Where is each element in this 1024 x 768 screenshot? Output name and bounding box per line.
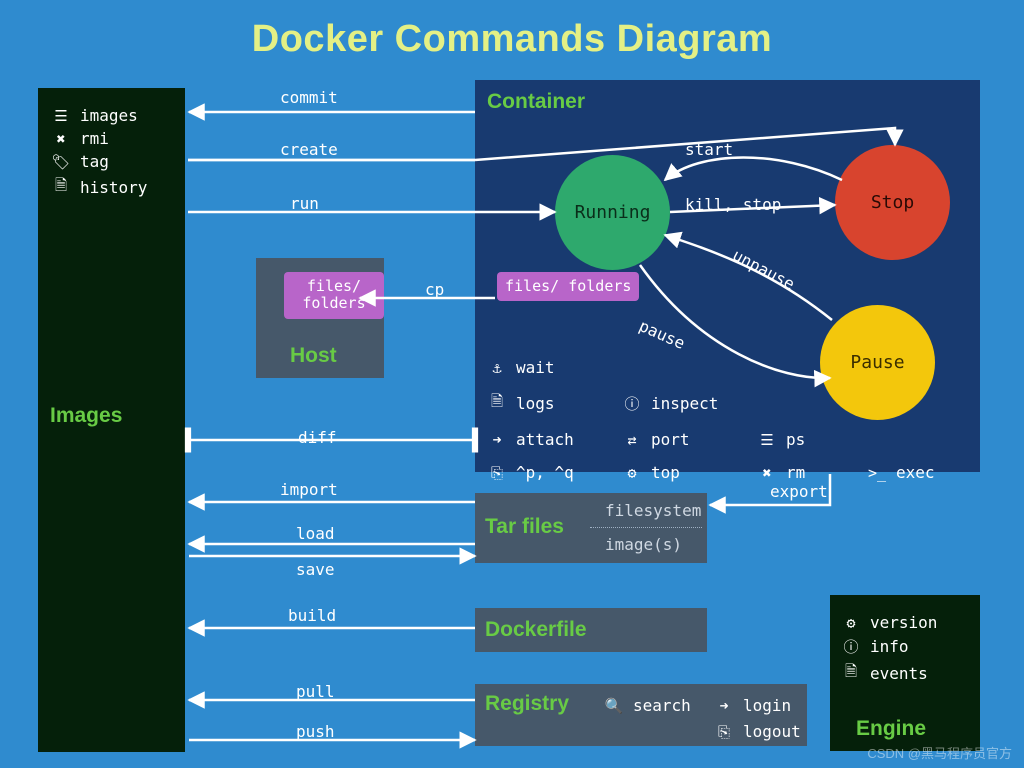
host-panel: files/ folders Host [256, 258, 384, 378]
edge-commit: commit [280, 88, 338, 107]
edge-cp: cp [425, 280, 444, 299]
host-title: Host [290, 344, 337, 368]
list-icon: ☰ [758, 431, 776, 449]
cmd-info: ⓘinfo [842, 636, 968, 657]
tag-icon: 🏷 [52, 153, 70, 171]
container-title: Container [487, 90, 585, 114]
registry-panel: Registry 🔍search ➜login ⎘logout [475, 684, 807, 746]
cmd-rm: ✖rm [758, 463, 868, 482]
edge-run: run [290, 194, 319, 213]
cmd-inspect: ⓘinspect [623, 391, 758, 416]
cmd-port: ⇄port [623, 430, 758, 449]
tarfiles-panel: Tar files filesystem image(s) [475, 493, 707, 563]
doc-icon: 🗎 [842, 661, 860, 686]
images-panel: ☰images ✖rmi 🏷tag 🗎history Images [38, 88, 185, 752]
edge-save: save [296, 560, 335, 579]
x-icon: ✖ [758, 464, 776, 482]
cmd-ps: ☰ps [758, 430, 868, 449]
watermark: CSDN @黑马程序员官方 [867, 743, 1012, 762]
images-title: Images [50, 404, 122, 428]
edge-load: load [296, 524, 335, 543]
swap-icon: ⇄ [623, 431, 641, 449]
edge-diff: diff [298, 428, 337, 447]
edge-export: export [770, 482, 828, 501]
page-title: Docker Commands Diagram [0, 18, 1024, 61]
info-icon: ⓘ [842, 636, 860, 657]
tar-img-label: image(s) [605, 535, 682, 554]
container-cmd-grid: ⚓wait 🗎logs ⓘinspect ➜attach ⇄port ☰ps ⎘… [488, 354, 963, 486]
engine-title: Engine [856, 717, 926, 741]
edge-push: push [296, 722, 335, 741]
cmd-history: 🗎history [52, 175, 147, 200]
enter-icon: ➜ [488, 431, 506, 449]
tarfiles-title: Tar files [485, 515, 564, 539]
edge-build: build [288, 606, 336, 625]
cmd-logout: ⎘logout [715, 722, 801, 741]
cmd-search: 🔍search [605, 696, 691, 715]
host-files: files/ folders [284, 272, 384, 319]
state-stop: Stop [835, 145, 950, 260]
doc-icon: 🗎 [52, 175, 70, 200]
exit-icon: ⎘ [488, 464, 506, 482]
cmd-detach: ⎘^p, ^q [488, 463, 623, 482]
edge-import: import [280, 480, 338, 499]
dockerfile-title: Dockerfile [485, 618, 587, 642]
state-running: Running [555, 155, 670, 270]
edge-start: start [685, 140, 733, 159]
cmd-version: ⚙version [842, 613, 968, 632]
cmd-logs: 🗎logs [488, 391, 623, 416]
info-icon: ⓘ [623, 393, 641, 414]
cmd-wait: ⚓wait [488, 358, 623, 377]
anchor-icon: ⚓ [488, 359, 506, 377]
engine-panel: ⚙version ⓘinfo 🗎events Engine [830, 595, 980, 751]
cmd-top: ⚙top [623, 463, 758, 482]
cmd-tag: 🏷tag [52, 152, 147, 171]
tar-divider [590, 527, 702, 528]
cmd-attach: ➜attach [488, 430, 623, 449]
registry-title: Registry [485, 692, 569, 715]
list-icon: ☰ [52, 107, 70, 125]
logout-icon: ⎘ [715, 723, 733, 741]
gears-icon: ⚙ [623, 464, 641, 482]
dockerfile-panel: Dockerfile [475, 608, 707, 652]
doc-icon: 🗎 [488, 391, 506, 416]
tar-fs-label: filesystem [605, 501, 701, 520]
x-icon: ✖ [52, 130, 70, 148]
edge-create: create [280, 140, 338, 159]
edge-killstop: kill, stop [685, 195, 781, 214]
gear-icon: ⚙ [842, 614, 860, 632]
search-icon: 🔍 [605, 697, 623, 715]
cmd-images: ☰images [52, 106, 147, 125]
login-icon: ➜ [715, 697, 733, 715]
cmd-rmi: ✖rmi [52, 129, 147, 148]
prompt-icon: >_ [868, 464, 886, 482]
container-files: files/ folders [497, 272, 639, 301]
cmd-exec: >_exec [868, 463, 963, 482]
edge-pull: pull [296, 682, 335, 701]
cmd-login: ➜login [715, 696, 791, 715]
cmd-events: 🗎events [842, 661, 968, 686]
